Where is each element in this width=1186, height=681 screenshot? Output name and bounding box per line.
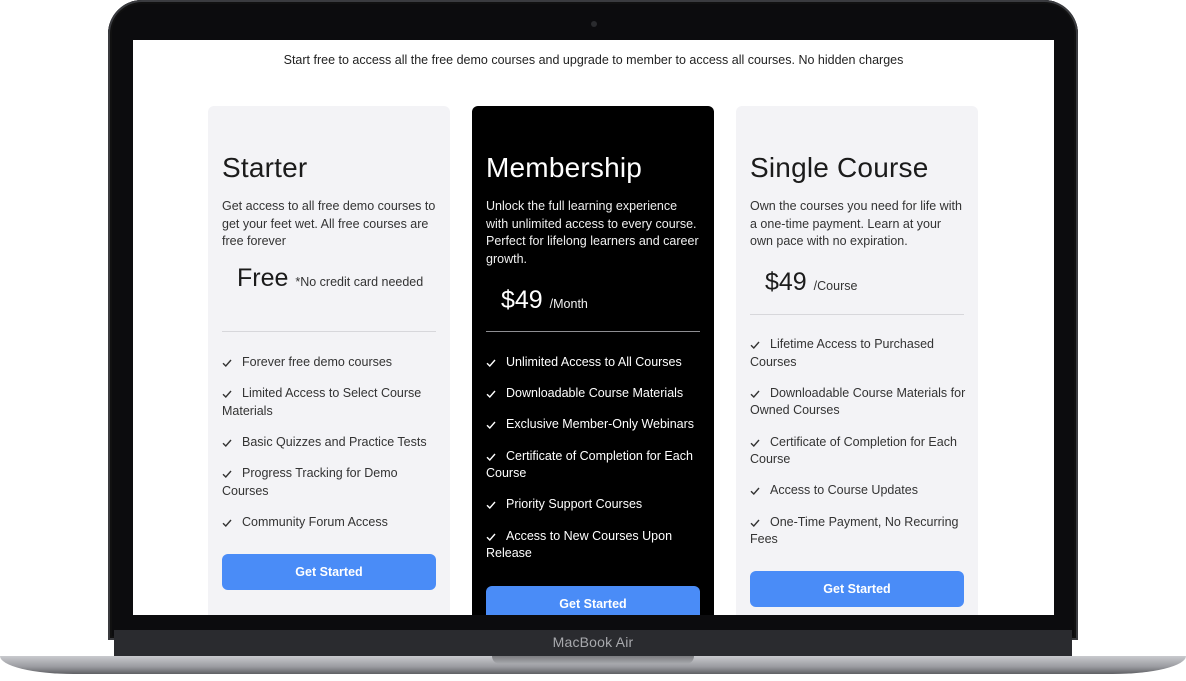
check-icon — [222, 438, 232, 448]
screen: Start free to access all the free demo c… — [133, 40, 1054, 615]
check-icon — [486, 452, 496, 462]
feature-item: Unlimited Access to All Courses — [486, 354, 702, 372]
plan-card-membership: Membership Unlock the full learning expe… — [472, 106, 714, 615]
feature-list: Unlimited Access to All Courses Download… — [486, 354, 702, 576]
plan-description: Own the courses you need for life with a… — [750, 199, 962, 249]
feature-item: Forever free demo courses — [222, 354, 438, 372]
camera-icon — [591, 21, 597, 27]
laptop-hinge-notch — [492, 656, 694, 664]
check-icon — [222, 389, 232, 399]
feature-item: Limited Access to Select Course Material… — [222, 386, 422, 418]
divider — [486, 331, 700, 332]
check-icon — [486, 532, 496, 542]
price-note: /Month — [549, 297, 588, 311]
feature-item: One-Time Payment, No Recurring Fees — [750, 514, 959, 547]
feature-item: Exclusive Member-Only Webinars — [486, 416, 702, 434]
check-icon — [486, 500, 496, 510]
plan-description: Unlock the full learning experience with… — [486, 199, 699, 267]
device-label: MacBook Air — [552, 634, 634, 650]
feature-list: Lifetime Access to Purchased Courses Dow… — [750, 336, 966, 562]
divider — [222, 331, 436, 332]
check-icon — [750, 518, 760, 528]
price-note: *No credit card needed — [295, 275, 424, 289]
check-icon — [750, 486, 760, 496]
feature-item: Progress Tracking for Demo Courses — [222, 466, 398, 498]
plan-description: Get access to all free demo courses to g… — [222, 199, 436, 249]
feature-item: Downloadable Course Materials for Owned … — [750, 385, 966, 418]
feature-item: Access to Course Updates — [750, 482, 966, 500]
feature-item: Access to New Courses Upon Release — [486, 528, 673, 561]
get-started-button[interactable]: Get Started — [486, 586, 700, 615]
check-icon — [222, 518, 232, 528]
feature-list: Forever free demo courses Limited Access… — [222, 354, 438, 545]
get-started-button[interactable]: Get Started — [222, 554, 436, 590]
check-icon — [486, 358, 496, 368]
check-icon — [750, 389, 760, 399]
plan-title: Starter — [222, 152, 308, 183]
check-icon — [750, 340, 760, 350]
feature-item: Certificate of Completion for Each Cours… — [750, 434, 957, 467]
price-value: Free — [237, 264, 289, 292]
get-started-button[interactable]: Get Started — [750, 571, 964, 607]
price-value: $49 — [765, 268, 807, 296]
feature-item: Lifetime Access to Purchased Courses — [750, 337, 934, 369]
check-icon — [750, 438, 760, 448]
plan-card-single-course: Single Course Own the courses you need f… — [736, 106, 978, 615]
plan-card-starter: Starter Get access to all free demo cour… — [208, 106, 450, 615]
check-icon — [222, 469, 232, 479]
pricing-tagline: Start free to access all the free demo c… — [283, 53, 904, 67]
feature-item: Priority Support Courses — [486, 496, 702, 514]
plan-price: Free *No credit card needed — [237, 266, 427, 292]
feature-item: Basic Quizzes and Practice Tests — [222, 434, 438, 452]
price-value: $49 — [501, 286, 543, 314]
feature-item: Community Forum Access — [222, 514, 438, 532]
check-icon — [486, 389, 496, 399]
plan-price: $49 /Month — [501, 286, 691, 315]
feature-item: Certificate of Completion for Each Cours… — [486, 448, 693, 481]
check-icon — [222, 358, 232, 368]
divider — [750, 314, 964, 315]
price-note: /Course — [813, 279, 858, 293]
plan-price: $49 /Course — [765, 268, 955, 297]
feature-item: Downloadable Course Materials — [486, 385, 702, 403]
plan-title: Single Course — [750, 152, 929, 183]
check-icon — [486, 420, 496, 430]
plan-title: Membership — [486, 152, 643, 183]
